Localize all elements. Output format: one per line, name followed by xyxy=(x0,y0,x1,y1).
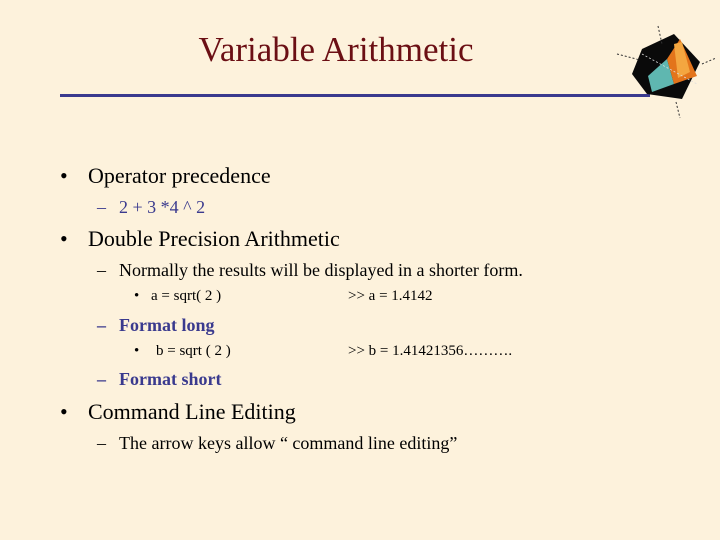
title-divider xyxy=(60,94,650,97)
bullet-marker: • xyxy=(60,399,68,424)
sub-bullet-marker: – xyxy=(97,315,106,335)
bullet-marker: • xyxy=(60,163,68,188)
code-b-sqrt: b = sqrt ( 2 ) xyxy=(156,343,231,359)
sub-bullet-arrow-keys: The arrow keys allow “ command line edit… xyxy=(119,433,458,453)
sub-bullet-marker: – xyxy=(97,369,106,389)
sub-bullet-normal-display: Normally the results will be displayed i… xyxy=(119,260,523,280)
sub-bullet-format-long: Format long xyxy=(119,315,215,335)
slide-title: Variable Arithmetic xyxy=(198,30,474,69)
sub-bullet-format-short: Format short xyxy=(119,369,222,389)
bullet-command-line-editing: Command Line Editing xyxy=(88,399,296,424)
sub-bullet-expression: 2 + 3 *4 ^ 2 xyxy=(119,197,206,217)
sub-bullet-marker: – xyxy=(97,260,106,280)
bullet-double-precision: Double Precision Arithmetic xyxy=(88,226,340,251)
item-marker: • xyxy=(134,288,140,304)
bullet-operator-precedence: Operator precedence xyxy=(88,163,271,188)
code-a-sqrt: a = sqrt( 2 ) xyxy=(151,288,222,304)
sub-bullet-marker: – xyxy=(97,197,106,217)
sub-bullet-marker: – xyxy=(97,433,106,453)
matlab-logo-icon xyxy=(616,25,717,119)
result-b: >> b = 1.41421356………. xyxy=(348,343,513,359)
item-marker: • xyxy=(134,343,140,359)
bullet-marker: • xyxy=(60,226,68,251)
result-a: >> a = 1.4142 xyxy=(348,288,433,304)
